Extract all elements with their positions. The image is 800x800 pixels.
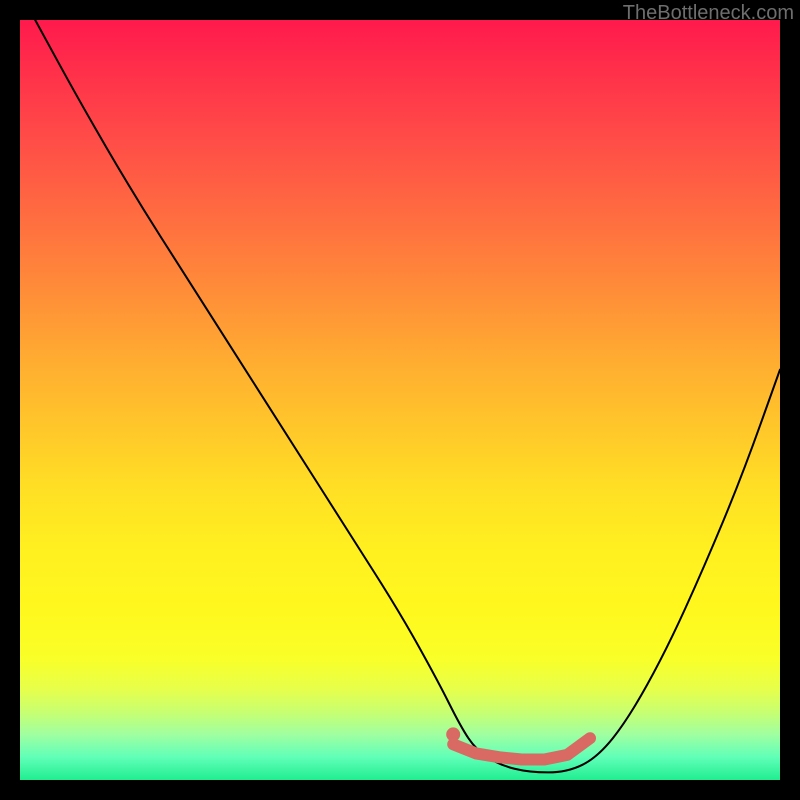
optimal-range-line — [453, 738, 590, 759]
chart-svg — [20, 20, 780, 780]
bottleneck-curve — [35, 20, 780, 772]
plot-area — [20, 20, 780, 780]
optimal-point-marker — [446, 727, 460, 741]
chart-container: TheBottleneck.com — [0, 0, 800, 800]
